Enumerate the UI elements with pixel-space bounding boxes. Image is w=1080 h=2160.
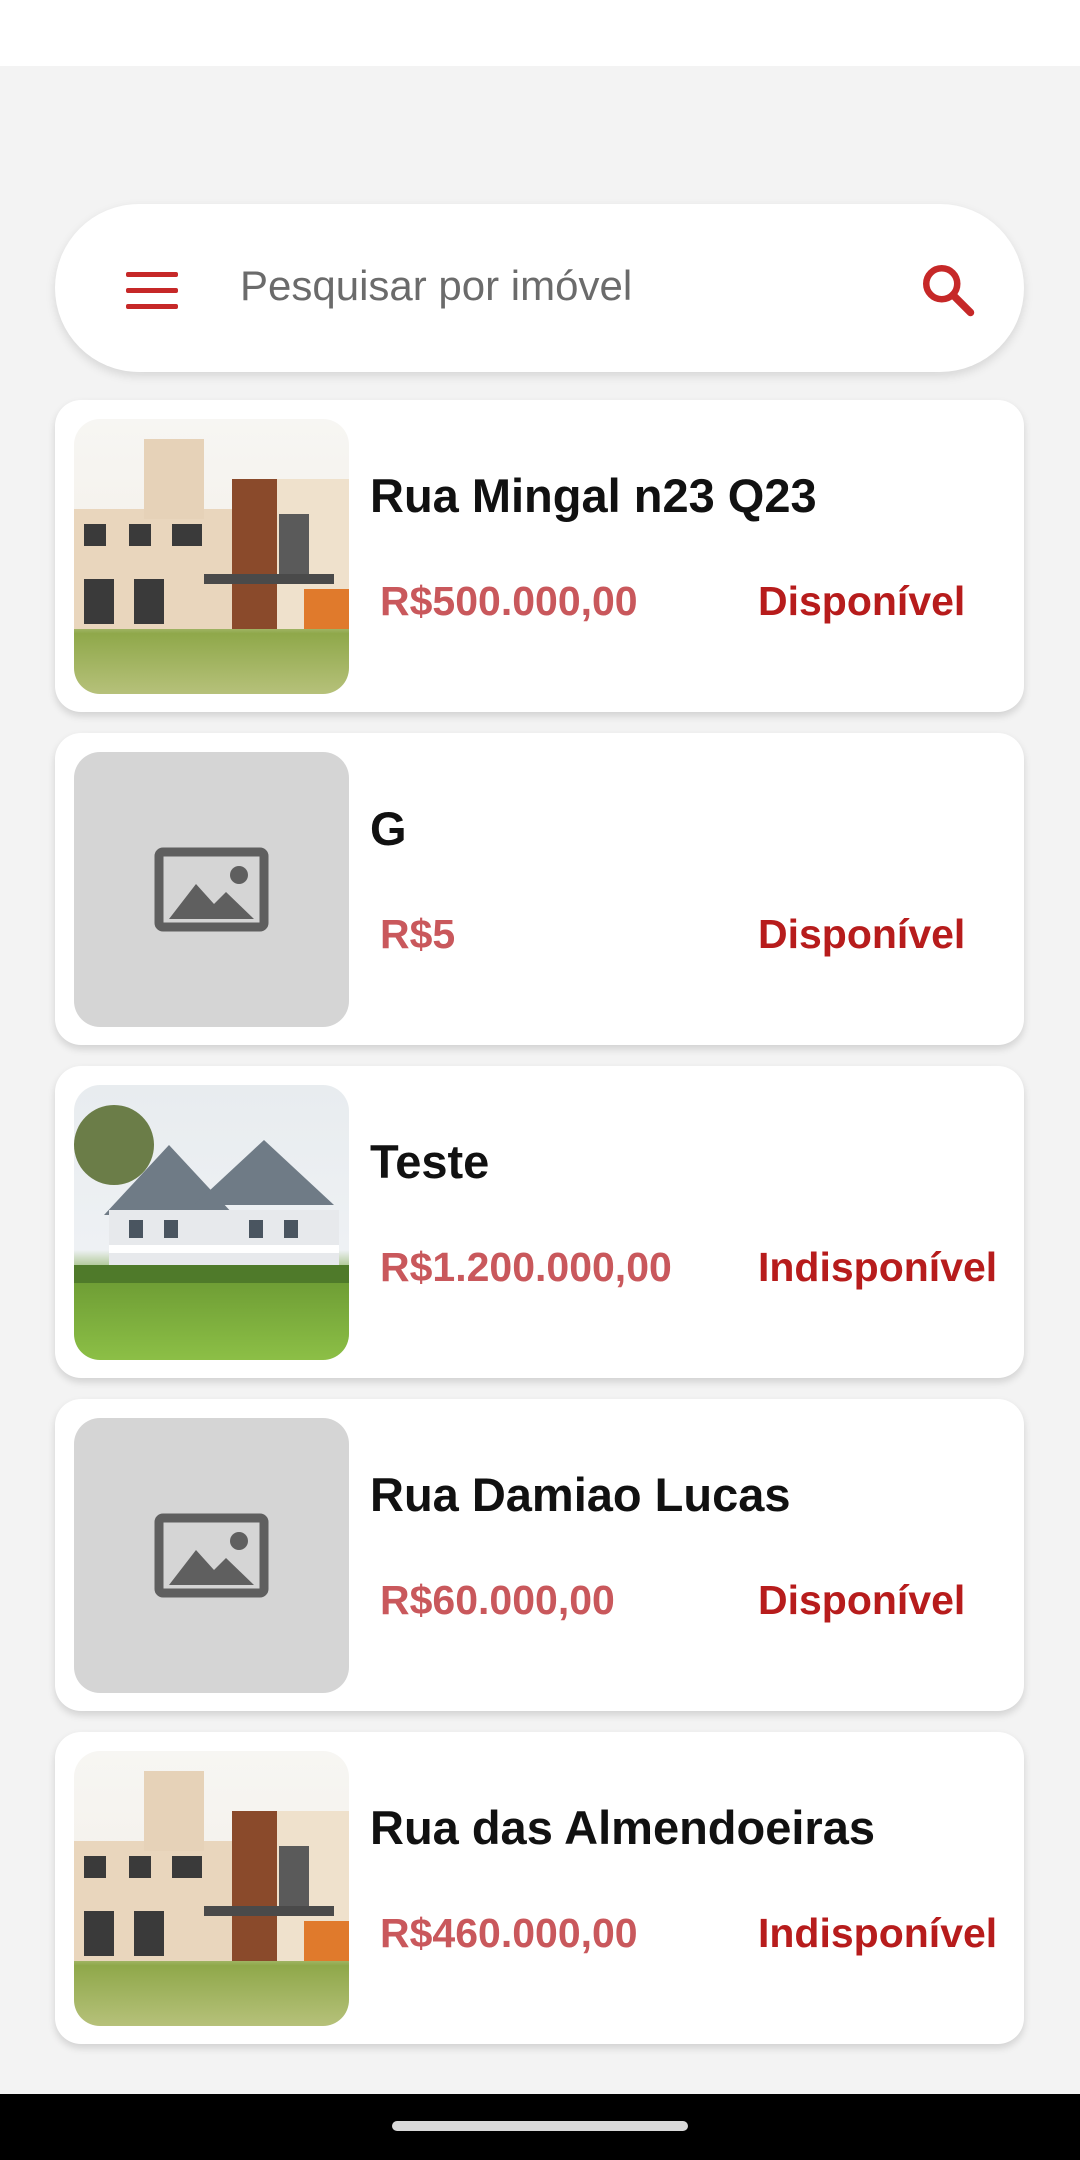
home-handle[interactable] <box>392 2121 688 2131</box>
listing-card[interactable]: Teste R$1.200.000,00 Indisponível <box>55 1066 1024 1378</box>
listing-price: R$460.000,00 <box>380 1910 638 1956</box>
image-placeholder <box>74 752 349 1027</box>
house-photo <box>74 1751 349 2026</box>
listing-title: Rua das Almendoeiras <box>370 1801 875 1854</box>
listing-card[interactable]: Rua Mingal n23 Q23 R$500.000,00 Disponív… <box>55 400 1024 712</box>
listing-price: R$5 <box>380 911 456 957</box>
listing-status: Disponível <box>758 578 966 624</box>
listing-title: G <box>370 802 407 855</box>
listing-status: Indisponível <box>758 1910 998 1956</box>
listing-price: R$1.200.000,00 <box>380 1244 672 1290</box>
listing-status: Disponível <box>758 1577 966 1623</box>
listing-status: Disponível <box>758 911 966 957</box>
search-icon[interactable] <box>918 260 978 320</box>
image-placeholder-icon <box>154 1513 269 1598</box>
status-bar <box>0 0 1080 66</box>
listing-card[interactable]: Rua Damiao Lucas R$60.000,00 Disponível <box>55 1399 1024 1711</box>
search-input[interactable]: Pesquisar por imóvel <box>240 262 632 310</box>
image-placeholder <box>74 1418 349 1693</box>
listing-price: R$60.000,00 <box>380 1577 615 1623</box>
listing-card[interactable]: G R$5 Disponível <box>55 733 1024 1045</box>
menu-icon[interactable] <box>126 272 182 312</box>
house-photo <box>74 1085 349 1360</box>
image-placeholder-icon <box>154 847 269 932</box>
listing-title: Teste <box>370 1135 490 1188</box>
listing-title: Rua Mingal n23 Q23 <box>370 469 817 522</box>
listing-card[interactable]: Rua das Almendoeiras R$460.000,00 Indisp… <box>55 1732 1024 2044</box>
house-photo <box>74 419 349 694</box>
listing-status: Indisponível <box>758 1244 998 1290</box>
listing-title: Rua Damiao Lucas <box>370 1468 791 1521</box>
listing-price: R$500.000,00 <box>380 578 638 624</box>
